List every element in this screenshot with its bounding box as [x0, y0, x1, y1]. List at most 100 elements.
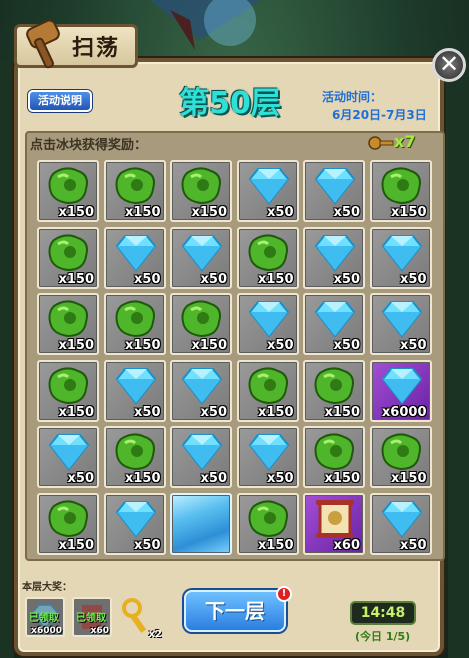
diamond-icon [248, 301, 289, 338]
diamond-icon [381, 367, 422, 405]
reward-cell[interactable]: x6000 [369, 359, 432, 422]
reward-cell[interactable]: x150 [103, 293, 166, 355]
reward-cell[interactable]: x50 [303, 160, 365, 222]
reward-cell[interactable]: x50 [369, 492, 432, 555]
reward-quantity: x150 [324, 404, 360, 420]
reward-cell[interactable]: x50 [236, 160, 299, 222]
reward-cell[interactable]: x50 [303, 226, 365, 289]
reward-quantity: x50 [333, 271, 360, 287]
diamond-icon [248, 434, 289, 471]
reward-quantity: x150 [58, 338, 94, 353]
big-prize-item-diamond: 已领取 x6000 [25, 597, 65, 637]
jade-icon [314, 433, 354, 471]
reward-cell[interactable]: x50 [103, 492, 166, 555]
countdown-timer: 14:48 [350, 601, 416, 625]
reward-cell[interactable]: x50 [103, 226, 166, 289]
diamond-icon [115, 500, 156, 538]
event-time-label: 活动时间： [322, 90, 383, 104]
reward-cell[interactable]: x150 [103, 426, 166, 488]
diamond-icon [181, 367, 223, 405]
ice-block-cell[interactable] [170, 492, 232, 555]
diamond-icon [115, 367, 156, 405]
reward-cell[interactable]: x50 [170, 426, 232, 488]
alert-badge: ! [276, 586, 292, 602]
big-prize-item-scroll: 已领取 x60 [72, 597, 112, 637]
diamond-icon [181, 234, 223, 272]
reward-cell[interactable]: x150 [236, 492, 299, 555]
reward-cell[interactable]: x150 [236, 359, 299, 422]
reward-quantity: x50 [134, 404, 161, 420]
hammer-icon [26, 20, 60, 69]
reward-cell[interactable]: x50 [369, 293, 432, 355]
reward-cell[interactable]: x150 [37, 226, 99, 289]
claimed-label: 已领取 [76, 613, 106, 624]
jade-icon [248, 233, 288, 271]
jade-icon [181, 167, 221, 205]
reward-quantity: x50 [400, 537, 427, 553]
jade-icon [48, 499, 88, 537]
reward-cell[interactable]: x150 [37, 160, 99, 222]
reward-cell[interactable]: x50 [170, 226, 232, 289]
reward-cell[interactable]: x50 [369, 226, 432, 289]
reward-cell[interactable]: x50 [236, 293, 299, 355]
reward-cell[interactable]: x150 [369, 426, 432, 488]
reward-cell[interactable]: x150 [236, 226, 299, 289]
reward-quantity: x50 [333, 205, 360, 220]
reward-cell[interactable]: x150 [37, 293, 99, 355]
reward-cell[interactable]: x50 [103, 359, 166, 422]
reward-cell[interactable]: x150 [369, 160, 432, 222]
jade-icon [48, 167, 88, 205]
reward-quantity: x150 [390, 471, 427, 486]
reward-cell[interactable]: x150 [37, 492, 99, 555]
big-prize-label: 本层大奖： [22, 582, 72, 593]
jade-icon [248, 366, 288, 404]
event-info-button[interactable]: 活动说明 [28, 90, 92, 112]
jade-icon [115, 433, 155, 471]
reward-quantity: x150 [257, 537, 294, 553]
next-floor-button[interactable]: 下一层 [184, 590, 286, 632]
key-count: x7 [394, 132, 416, 151]
jade-icon [48, 300, 88, 338]
reward-cell[interactable]: x50 [37, 426, 99, 488]
jade-icon [48, 233, 88, 271]
reward-cell[interactable]: x150 [303, 359, 365, 422]
reward-cell[interactable]: x50 [303, 293, 365, 355]
reward-quantity: x150 [124, 205, 161, 220]
reward-cell[interactable]: x50 [236, 426, 299, 488]
reward-quantity: x150 [324, 471, 360, 486]
reward-cell[interactable]: x150 [170, 293, 232, 355]
jade-icon [314, 366, 354, 404]
event-time-dates: 6月20日-7月3日 [332, 108, 427, 122]
reward-cell[interactable]: x60 [303, 492, 365, 555]
key-prize-quantity: x2 [148, 629, 162, 640]
reward-quantity: x50 [134, 537, 161, 553]
reward-quantity: x150 [257, 404, 294, 420]
reward-quantity: x50 [400, 271, 427, 287]
page-title: 扫荡 [72, 36, 121, 61]
diamond-icon [314, 234, 356, 272]
reward-quantity: x150 [124, 471, 161, 486]
reward-quantity: x50 [400, 338, 427, 353]
reward-quantity: x60 [333, 537, 360, 553]
floor-title: 第50层 [179, 86, 281, 121]
reward-cell[interactable]: x150 [303, 426, 365, 488]
jade-icon [248, 499, 288, 537]
diamond-icon [314, 168, 356, 205]
reward-cell[interactable]: x150 [170, 160, 232, 222]
reward-quantity: x150 [58, 271, 94, 287]
reward-quantity: x50 [200, 404, 227, 420]
reward-cell[interactable]: x150 [103, 160, 166, 222]
jade-icon [181, 300, 221, 338]
reward-cell[interactable]: x50 [170, 359, 232, 422]
reward-quantity: x50 [267, 205, 294, 220]
key-icon [368, 136, 394, 150]
reward-quantity: x150 [124, 338, 161, 353]
reward-quantity: x150 [58, 205, 94, 220]
close-button[interactable]: ✕ [432, 48, 466, 82]
reward-quantity: x50 [67, 471, 94, 486]
reward-cell[interactable]: x150 [37, 359, 99, 422]
prize-quantity: x6000 [31, 626, 62, 636]
reward-quantity: x6000 [381, 404, 427, 420]
reward-quantity: x150 [257, 271, 294, 287]
jade-icon [115, 167, 155, 205]
